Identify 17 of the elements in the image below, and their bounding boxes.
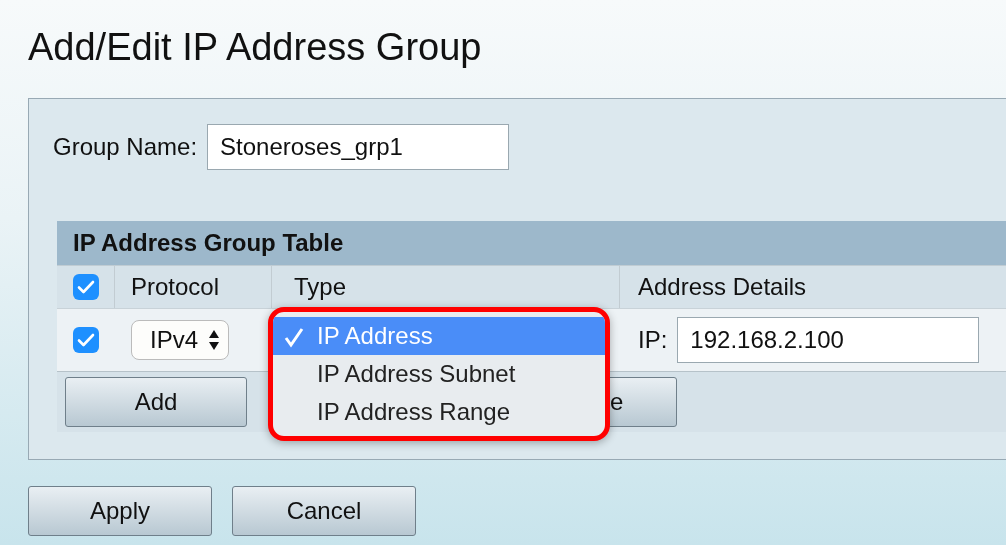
checkbox[interactable] [73,327,99,353]
protocol-select[interactable]: IPv4 [131,320,230,360]
page-title: Add/Edit IP Address Group [27,25,483,70]
checkbox[interactable] [72,274,99,300]
field-label: Group Name: [53,133,198,161]
address-label: IP: [638,326,668,354]
cancel-button[interactable]: Cancel [232,486,416,536]
group-name-field[interactable]: Stoneroses_grp1 [207,124,510,170]
add-button[interactable]: Add [65,377,247,427]
ip-field[interactable]: 192.168.2.100 [677,317,980,363]
column-header: Address Details [638,273,807,301]
table-title: IP Address Group Table [57,221,1006,265]
column-header: Type [294,273,347,301]
apply-button[interactable]: Apply [28,486,212,536]
check-icon [283,326,305,348]
updown-arrows-icon [208,329,221,351]
column-header: Protocol [131,273,220,301]
